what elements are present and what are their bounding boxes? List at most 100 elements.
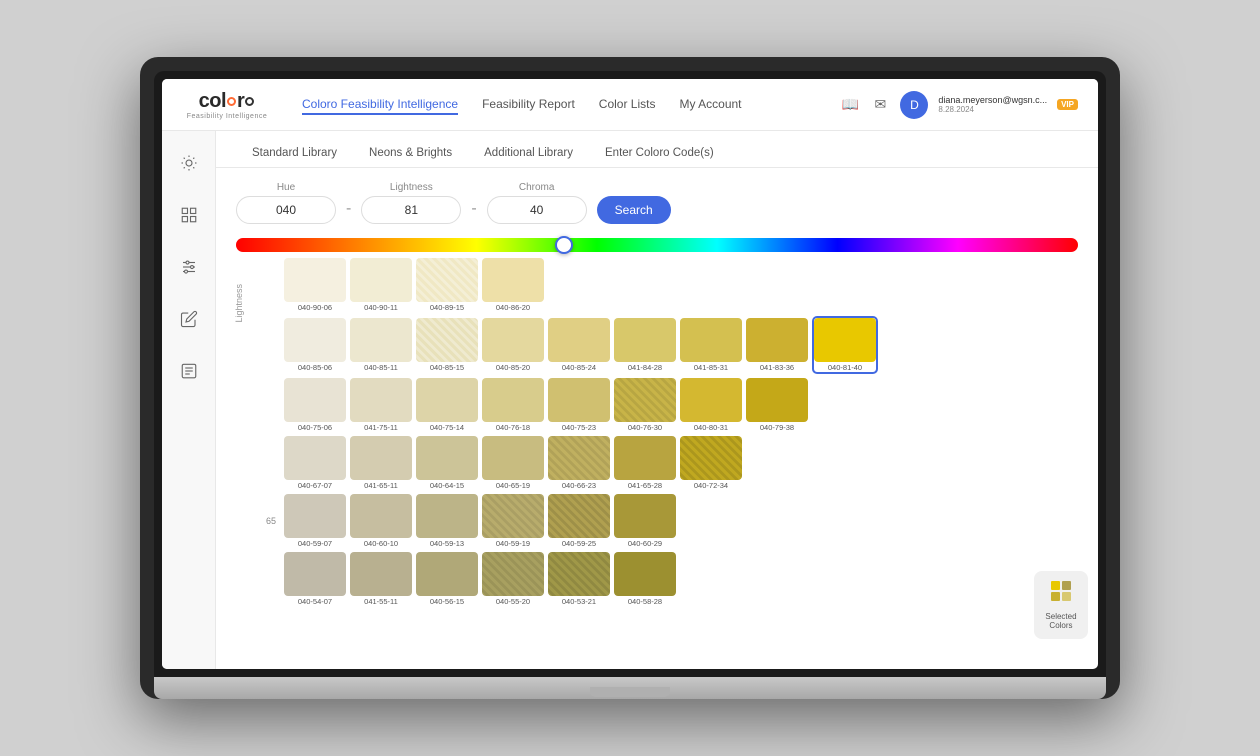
color-swatch[interactable] xyxy=(614,552,676,596)
swatch-wrap: 041-83-36 xyxy=(746,318,808,372)
color-swatch[interactable] xyxy=(482,258,544,302)
swatch-wrap: 040-85-06 xyxy=(284,318,346,372)
color-swatch[interactable] xyxy=(350,436,412,480)
swatch-label: 040-64-15 xyxy=(430,481,464,490)
lightness-axis-label: Lightness xyxy=(234,284,244,323)
color-swatch[interactable] xyxy=(482,552,544,596)
app: colr Feasibility Intelligence Coloro Fea… xyxy=(162,79,1098,669)
color-swatch[interactable] xyxy=(548,436,610,480)
color-swatch[interactable] xyxy=(614,494,676,538)
swatch-label: 040-59-19 xyxy=(496,539,530,548)
color-swatch[interactable] xyxy=(416,552,478,596)
swatch-wrap: 040-67-07 xyxy=(284,436,346,490)
top-nav: colr Feasibility Intelligence Coloro Fea… xyxy=(162,79,1098,131)
color-swatch[interactable] xyxy=(416,258,478,302)
laptop-base xyxy=(154,677,1106,699)
nav-links: Coloro Feasibility Intelligence Feasibil… xyxy=(302,95,810,115)
color-swatch[interactable] xyxy=(746,378,808,422)
swatch-label: 041-65-28 xyxy=(628,481,662,490)
color-swatch[interactable] xyxy=(284,552,346,596)
sidebar-icon-grid[interactable] xyxy=(173,199,205,231)
color-swatch[interactable] xyxy=(350,258,412,302)
color-swatch[interactable] xyxy=(548,552,610,596)
color-swatch[interactable] xyxy=(614,318,676,362)
nav-link-lists[interactable]: Color Lists xyxy=(599,95,656,115)
swatch-wrap: 040-64-15 xyxy=(416,436,478,490)
color-swatch[interactable] xyxy=(284,258,346,302)
swatch-wrap: 041-75-11 xyxy=(350,378,412,432)
nav-link-report[interactable]: Feasibility Report xyxy=(482,95,575,115)
color-swatch[interactable] xyxy=(416,494,478,538)
color-swatch[interactable] xyxy=(746,318,808,362)
search-button[interactable]: Search xyxy=(597,196,671,224)
tab-additional-library[interactable]: Additional Library xyxy=(468,141,589,167)
color-swatch[interactable] xyxy=(614,436,676,480)
sidebar-icon-pencil[interactable] xyxy=(173,303,205,335)
hue-field-group: Hue xyxy=(236,182,336,224)
user-date: 8.28.2024 xyxy=(938,105,1047,114)
tab-standard-library[interactable]: Standard Library xyxy=(236,141,353,167)
color-swatch[interactable] xyxy=(482,436,544,480)
color-swatch[interactable] xyxy=(416,318,478,362)
swatch-label: 041-84-28 xyxy=(628,363,662,372)
swatch-label: 040-75-06 xyxy=(298,423,332,432)
color-swatch[interactable] xyxy=(680,378,742,422)
color-swatch[interactable] xyxy=(416,378,478,422)
hue-thumb[interactable] xyxy=(555,236,573,254)
mail-icon[interactable]: ✉ xyxy=(870,95,890,115)
swatch-wrap: 040-85-15 xyxy=(416,318,478,372)
swatch-wrap: 040-90-06 xyxy=(284,258,346,312)
color-swatch[interactable] xyxy=(548,318,610,362)
color-swatch[interactable] xyxy=(284,436,346,480)
color-swatch[interactable] xyxy=(284,378,346,422)
color-swatch[interactable] xyxy=(482,378,544,422)
swatch-wrap: 040-60-29 xyxy=(614,494,676,548)
sidebar-icon-sun[interactable] xyxy=(173,147,205,179)
color-swatch[interactable] xyxy=(350,378,412,422)
hue-input[interactable] xyxy=(236,196,336,224)
color-row-2: 040-85-06 040-85-11 040-85-15 xyxy=(256,316,1078,374)
color-swatch[interactable] xyxy=(680,436,742,480)
nav-link-feasibility[interactable]: Coloro Feasibility Intelligence xyxy=(302,95,458,115)
swatch-label: 040-60-29 xyxy=(628,539,662,548)
color-swatch[interactable] xyxy=(482,318,544,362)
tab-enter-code[interactable]: Enter Coloro Code(s) xyxy=(589,141,730,167)
selected-colors-button[interactable]: SelectedColors xyxy=(1034,571,1088,639)
swatch-label: 040-86-20 xyxy=(496,303,530,312)
color-swatch[interactable] xyxy=(350,552,412,596)
tab-neons-brights[interactable]: Neons & Brights xyxy=(353,141,468,167)
hue-slider[interactable] xyxy=(236,238,1078,252)
color-swatch[interactable] xyxy=(548,494,610,538)
hue-label: Hue xyxy=(236,182,336,193)
color-swatch[interactable] xyxy=(350,318,412,362)
swatch-label: 041-83-36 xyxy=(760,363,794,372)
selected-colors-text: SelectedColors xyxy=(1045,612,1076,631)
color-swatch-selected[interactable] xyxy=(814,318,876,362)
user-email: diana.meyerson@wgsn.c... xyxy=(938,95,1047,105)
swatch-wrap: 040-59-25 xyxy=(548,494,610,548)
nav-link-account[interactable]: My Account xyxy=(679,95,741,115)
lightness-field-group: Lightness xyxy=(361,182,461,224)
user-info: diana.meyerson@wgsn.c... 8.28.2024 xyxy=(938,95,1047,114)
swatch-label: 040-75-14 xyxy=(430,423,464,432)
sidebar-icon-document[interactable] xyxy=(173,355,205,387)
swatch-label: 041-65-11 xyxy=(364,481,398,490)
color-swatch[interactable] xyxy=(284,318,346,362)
color-swatch[interactable] xyxy=(482,494,544,538)
swatch-wrap: 040-65-19 xyxy=(482,436,544,490)
swatch-label: 040-89-15 xyxy=(430,303,464,312)
chroma-input[interactable] xyxy=(487,196,587,224)
book-icon[interactable]: 📖 xyxy=(840,95,860,115)
color-swatch[interactable] xyxy=(284,494,346,538)
color-swatch[interactable] xyxy=(350,494,412,538)
swatch-wrap: 040-55-20 xyxy=(482,552,544,606)
lightness-input[interactable] xyxy=(361,196,461,224)
color-grid-wrapper[interactable]: Lightness 040-90-06 040-90- xyxy=(216,254,1098,669)
swatch-label: 040-53-21 xyxy=(562,597,596,606)
avatar[interactable]: D xyxy=(900,91,928,119)
color-swatch[interactable] xyxy=(614,378,676,422)
color-swatch[interactable] xyxy=(680,318,742,362)
color-swatch[interactable] xyxy=(548,378,610,422)
color-swatch[interactable] xyxy=(416,436,478,480)
sidebar-icon-sliders[interactable] xyxy=(173,251,205,283)
